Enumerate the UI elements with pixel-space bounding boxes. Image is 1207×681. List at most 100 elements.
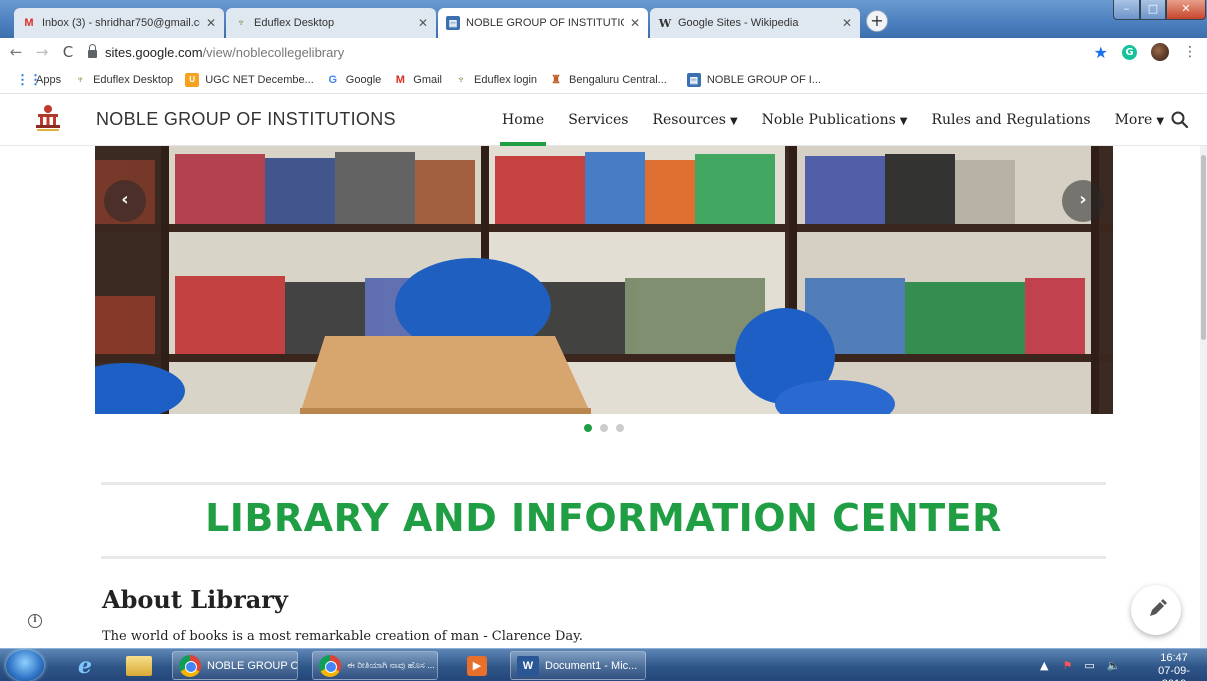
scrollbar-thumb[interactable] [1201,155,1206,340]
task-label: ಈ ರೀತಿಯಾಗಿ ನಾವು ಹೊಸ ... [347,660,435,670]
nav-item-rules-and-regulations[interactable]: Rules and Regulations [919,94,1102,146]
taskbar-item-chrome-kannada[interactable]: ಈ ರೀತಿಯಾಗಿ ನಾವು ಹೊಸ ... [312,651,438,680]
gmail-icon: M [24,17,34,29]
network-icon[interactable]: ▭ [1084,659,1094,672]
media-player-icon[interactable]: ▶ [456,651,498,680]
bookmark-label: Eduflex Desktop [93,73,174,86]
task-label: NOBLE GROUP O... [207,659,297,672]
new-tab-button[interactable]: + [866,10,888,32]
chevron-down-icon: ▼ [1156,116,1165,127]
volume-icon[interactable]: 🔈 [1107,659,1121,672]
carousel-prev-button[interactable]: ‹ [104,180,146,222]
nav-label: Noble Publications [761,112,896,128]
minimize-window-button[interactable]: – [1113,0,1140,20]
nav-label: Services [568,112,629,128]
system-clock[interactable]: 16:47 07-09-2019 [1146,652,1202,681]
tab-noble-group[interactable]: ▤ NOBLE GROUP OF INSTITUTIONS ✕ [438,8,648,38]
search-icon[interactable] [1170,110,1190,130]
clock-time: 16:47 [1160,652,1188,664]
carousel-dot-2[interactable] [600,424,608,432]
bookmark-apps[interactable]: ⋮⋮ Apps [16,72,61,87]
carousel-indicators [584,424,632,432]
tab-title: NOBLE GROUP OF INSTITUTIONS [466,17,624,29]
pencil-icon [1150,599,1167,616]
nav-item-resources[interactable]: Resources ▼ [640,94,749,146]
google-sites-icon: ▤ [686,72,701,87]
bookmark-noble-group[interactable]: ▤ NOBLE GROUP OF I... [686,72,821,87]
back-arrow-icon[interactable]: ← [6,43,26,61]
system-tray: ▲ ⚑ ▭ 🔈 [1040,649,1120,681]
close-window-button[interactable]: ✕ [1166,0,1206,20]
divider-top [101,482,1106,485]
bookmark-gmail[interactable]: M Gmail [393,73,442,87]
carousel-dot-1[interactable] [584,424,592,432]
tab-eduflex-desktop[interactable]: ♆ Eduflex Desktop ✕ [226,8,436,38]
start-button[interactable] [6,650,44,681]
eduflex-icon: ♆ [75,73,85,86]
tab-close-icon[interactable]: ✕ [206,16,216,30]
edit-button[interactable] [1131,585,1181,635]
tab-close-icon[interactable]: ✕ [842,16,852,30]
chrome-icon [319,654,341,677]
clock-date: 07-09-2019 [1158,665,1190,681]
section-heading: About Library [102,585,288,614]
taskbar-item-chrome-noble[interactable]: NOBLE GROUP O... [172,651,298,680]
nav-label: Home [502,112,545,128]
lock-icon [88,44,97,58]
bookmark-eduflex-desktop[interactable]: ♆ Eduflex Desktop [73,73,173,87]
windows-taskbar: e NOBLE GROUP O... ಈ ರೀತಿಯಾಗಿ ನಾವು ಹೊಸ .… [0,648,1207,681]
gmail-icon: M [395,73,405,86]
nav-label: More [1114,112,1153,128]
eduflex-icon: ♆ [236,17,246,29]
bookmark-eduflex-login[interactable]: ♆ Eduflex login [454,73,537,87]
eduflex-icon: ♆ [456,73,466,86]
word-icon: W [517,655,539,676]
library-photo [95,146,1113,414]
bookmark-google[interactable]: G Google [326,73,382,87]
nav-item-services[interactable]: Services [556,94,640,146]
profile-avatar[interactable] [1151,43,1169,61]
carousel-dot-3[interactable] [616,424,624,432]
internet-explorer-icon[interactable]: e [64,651,106,680]
ugc-icon: U [185,72,200,87]
tab-close-icon[interactable]: ✕ [418,16,428,30]
bookmark-ugc-net[interactable]: U UGC NET Decembe... [185,72,314,87]
info-icon[interactable]: i [28,614,42,628]
bookmark-bengaluru-central[interactable]: ♜ Bengaluru Central... [549,73,667,87]
action-center-flag-icon[interactable]: ⚑ [1062,659,1072,672]
section-paragraph: The world of books is a most remarkable … [102,629,583,644]
nav-item-noble-publications[interactable]: Noble Publications ▼ [750,94,920,146]
menu-kebab-icon[interactable]: ⋮ [1183,44,1197,60]
maximize-window-button[interactable]: □ [1140,0,1166,20]
file-explorer-icon[interactable] [118,651,160,680]
bookmark-label: Google [345,73,382,86]
grammarly-extension-icon[interactable]: G [1122,44,1137,60]
reload-icon[interactable]: C [58,43,78,61]
divider-bottom [101,556,1106,559]
chevron-down-icon: ▼ [899,116,908,127]
tab-gmail-inbox[interactable]: M Inbox (3) - shridhar750@gmail.co ✕ [14,8,224,38]
tab-google-sites-wikipedia[interactable]: W Google Sites - Wikipedia ✕ [650,8,860,38]
tab-close-icon[interactable]: ✕ [630,16,640,30]
nav-label: Resources [652,112,726,128]
bengaluru-icon: ♜ [551,73,561,86]
institution-logo[interactable] [34,103,62,133]
page-heading: LIBRARY AND INFORMATION CENTER [205,496,1002,540]
bookmark-label: Eduflex login [474,73,538,86]
site-header: NOBLE GROUP OF INSTITUTIONS Home Service… [0,94,1207,146]
browser-toolbar: ← → C sites.google.com/view/noblecollege… [0,38,1207,66]
nav-item-home[interactable]: Home [490,94,556,146]
nav-item-more[interactable]: More ▼ [1103,94,1176,146]
tab-title: Eduflex Desktop [254,17,335,29]
google-icon: G [328,73,338,86]
forward-arrow-icon[interactable]: → [32,43,52,61]
task-label: Document1 - Mic... [545,659,638,672]
bookmark-label: NOBLE GROUP OF I... [706,73,821,86]
taskbar-item-word-document[interactable]: W Document1 - Mic... [510,651,646,680]
tab-title: Inbox (3) - shridhar750@gmail.co [42,17,200,29]
show-hidden-icons-icon[interactable]: ▲ [1040,659,1048,672]
address-bar[interactable]: sites.google.com/view/noblecollegelibrar… [88,40,1094,64]
site-title[interactable]: NOBLE GROUP OF INSTITUTIONS [96,109,396,130]
carousel-next-button[interactable]: › [1062,180,1104,222]
bookmark-star-icon[interactable]: ★ [1094,43,1108,62]
